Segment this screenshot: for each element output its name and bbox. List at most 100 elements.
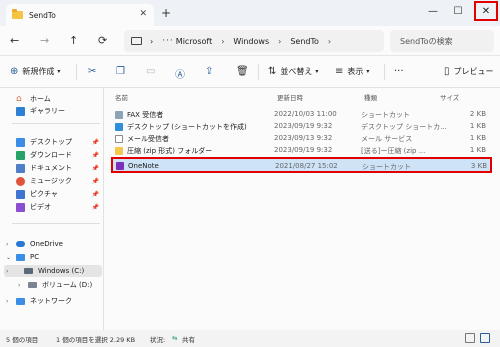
sidebar-item-label: ギャラリー (30, 107, 65, 115)
rename-button[interactable]: Ⓐ (175, 66, 189, 81)
share-button[interactable]: ⇪ (205, 66, 217, 77)
tab-close-icon[interactable]: ✕ (139, 9, 147, 19)
column-header-date[interactable]: 更新日時 (277, 92, 303, 102)
new-label: 新規作成 (22, 67, 55, 76)
gallery-icon (16, 106, 25, 116)
new-button[interactable]: ⊕ 新規作成 ▾ (10, 66, 60, 77)
chevron-right-icon[interactable]: › (6, 241, 8, 248)
mail-icon (115, 135, 123, 143)
chevron-right-icon[interactable]: › (6, 298, 8, 305)
forward-button[interactable]: → (40, 34, 49, 47)
breadcrumb[interactable]: › ··· Microsoft › Windows › SendTo › (124, 30, 384, 52)
sidebar-item-windows-c[interactable]: › Windows (C:) (4, 265, 102, 277)
view-icon: ≡ (335, 66, 344, 77)
desktop-icon (115, 123, 123, 131)
list-item-zip-folder[interactable]: 圧縮 (zip 形式) フォルダー 2023/09/19 9:32 [送る]ー圧… (112, 145, 492, 156)
file-name: OneNote (128, 162, 159, 170)
cut-icon: ✂ (88, 66, 97, 77)
column-header-name[interactable]: 名前 (115, 92, 128, 102)
sidebar-item-downloads[interactable]: ダウンロード 📌 (16, 149, 102, 161)
view-button[interactable]: ≡ 表示 ▾ (335, 66, 369, 77)
file-date: 2023/09/13 9:32 (274, 134, 333, 142)
network-icon (16, 297, 25, 305)
preview-label: プレビュー (453, 67, 494, 76)
sidebar-item-label: ビデオ (30, 203, 51, 211)
file-type: ショートカット (361, 111, 410, 119)
breadcrumb-item-sendto[interactable]: SendTo (290, 37, 319, 46)
sidebar-item-label: ホーム (30, 95, 51, 103)
file-type: デスクトップ ショートカ... (361, 123, 447, 131)
delete-button[interactable]: 🗑 (236, 66, 253, 77)
list-item-mail-recipient[interactable]: メール受信者 2023/09/13 9:32 メール サービス 1 KB (112, 133, 492, 144)
rename-icon: Ⓐ (175, 70, 185, 81)
maximize-button[interactable]: ☐ (447, 0, 469, 22)
column-header-type[interactable]: 種類 (364, 92, 377, 102)
tiles-view-button[interactable] (480, 333, 490, 343)
chevron-right-icon[interactable]: › (6, 268, 8, 275)
column-header-size[interactable]: サイズ (440, 92, 459, 102)
sidebar-item-label: Windows (C:) (38, 267, 85, 275)
pin-icon: 📌 (91, 190, 99, 198)
sidebar-item-videos[interactable]: ビデオ 📌 (16, 201, 102, 213)
breadcrumb-item-windows[interactable]: Windows (233, 37, 269, 46)
sidebar-item-music[interactable]: ミュージック 📌 (16, 175, 102, 187)
sidebar-item-volume-d[interactable]: › ボリューム (D:) (18, 279, 102, 291)
sidebar-item-pictures[interactable]: ピクチャ 📌 (16, 188, 102, 200)
sidebar-item-label: ボリューム (D:) (42, 281, 93, 289)
list-item-onenote[interactable]: OneNote 2021/08/27 15:02 ショートカット 3 KB (111, 157, 492, 173)
copy-button[interactable]: ❐ (116, 66, 129, 77)
chevron-right-icon[interactable]: › (18, 282, 20, 289)
close-window-button[interactable]: ✕ (474, 1, 498, 21)
file-date: 2021/08/27 15:02 (275, 162, 338, 170)
cut-button[interactable]: ✂ (88, 66, 100, 77)
chevron-down-icon[interactable]: ⌄ (6, 254, 11, 261)
address-bar: ← → ↑ ⟳ › ··· Microsoft › Windows › Send… (0, 26, 500, 56)
pin-icon: 📌 (91, 203, 99, 211)
sidebar-item-gallery[interactable]: ギャラリー (16, 105, 102, 117)
sidebar-item-documents[interactable]: ドキュメント 📌 (16, 162, 102, 174)
file-name: FAX 受信者 (127, 111, 164, 119)
breadcrumb-more-icon[interactable]: ··· (162, 36, 174, 46)
sort-button[interactable]: ⇅ 並べ替え ▾ (268, 66, 318, 77)
breadcrumb-item-microsoft[interactable]: Microsoft (176, 37, 212, 46)
chevron-down-icon: ▾ (366, 68, 370, 75)
list-item-fax[interactable]: FAX 受信者 2022/10/03 11:00 ショートカット 2 KB (112, 109, 492, 120)
divider (258, 64, 259, 80)
pin-icon: 📌 (91, 164, 99, 172)
tab-sendto[interactable]: SendTo ✕ (6, 4, 154, 26)
back-button[interactable]: ← (10, 34, 19, 47)
selection-info: 1 個の項目を選択 2.29 KB (56, 336, 136, 344)
sidebar-item-label: ダウンロード (30, 151, 72, 159)
share-icon: ⇪ (205, 66, 214, 77)
more-options-button[interactable]: ··· (394, 66, 404, 77)
pc-icon (16, 253, 25, 261)
up-button[interactable]: ↑ (69, 34, 78, 47)
paste-button[interactable]: ▭ (146, 66, 159, 77)
share-status-icon: ⇆ (172, 334, 178, 342)
chevron-down-icon: ▾ (57, 68, 61, 75)
details-view-button[interactable] (465, 333, 475, 343)
chevron-down-icon: ▾ (315, 68, 319, 75)
search-input[interactable]: SendToの検索 (390, 30, 494, 52)
divider (384, 64, 385, 80)
plus-circle-icon: ⊕ (10, 66, 19, 77)
sidebar-item-label: OneDrive (30, 240, 63, 248)
copy-icon: ❐ (116, 66, 125, 77)
sidebar-item-desktop[interactable]: デスクトップ 📌 (16, 136, 102, 148)
list-item-desktop-shortcut[interactable]: デスクトップ (ショートカットを作成) 2023/09/19 9:32 デスクト… (112, 121, 492, 132)
sidebar-item-pc[interactable]: ⌄ PC (6, 251, 102, 263)
pin-icon: 📌 (91, 151, 99, 159)
preview-button[interactable]: ▯ プレビュー (444, 66, 494, 77)
refresh-button[interactable]: ⟳ (98, 34, 107, 47)
sidebar-item-onedrive[interactable]: › OneDrive (6, 238, 102, 250)
minimize-button[interactable]: — (422, 0, 444, 22)
breadcrumb-separator: › (278, 36, 282, 46)
state-value: 共有 (182, 336, 195, 344)
new-tab-button[interactable]: + (161, 6, 171, 20)
sidebar-item-network[interactable]: › ネットワーク (6, 295, 102, 307)
tab-title: SendTo (29, 10, 56, 20)
navigation-pane: ⌂ ホーム ギャラリー デスクトップ 📌 ダウンロード 📌 ドキュメント 📌 ミ… (0, 88, 104, 330)
drive-icon (28, 282, 37, 288)
sidebar-item-home[interactable]: ⌂ ホーム (16, 93, 102, 105)
pc-icon (131, 37, 142, 45)
